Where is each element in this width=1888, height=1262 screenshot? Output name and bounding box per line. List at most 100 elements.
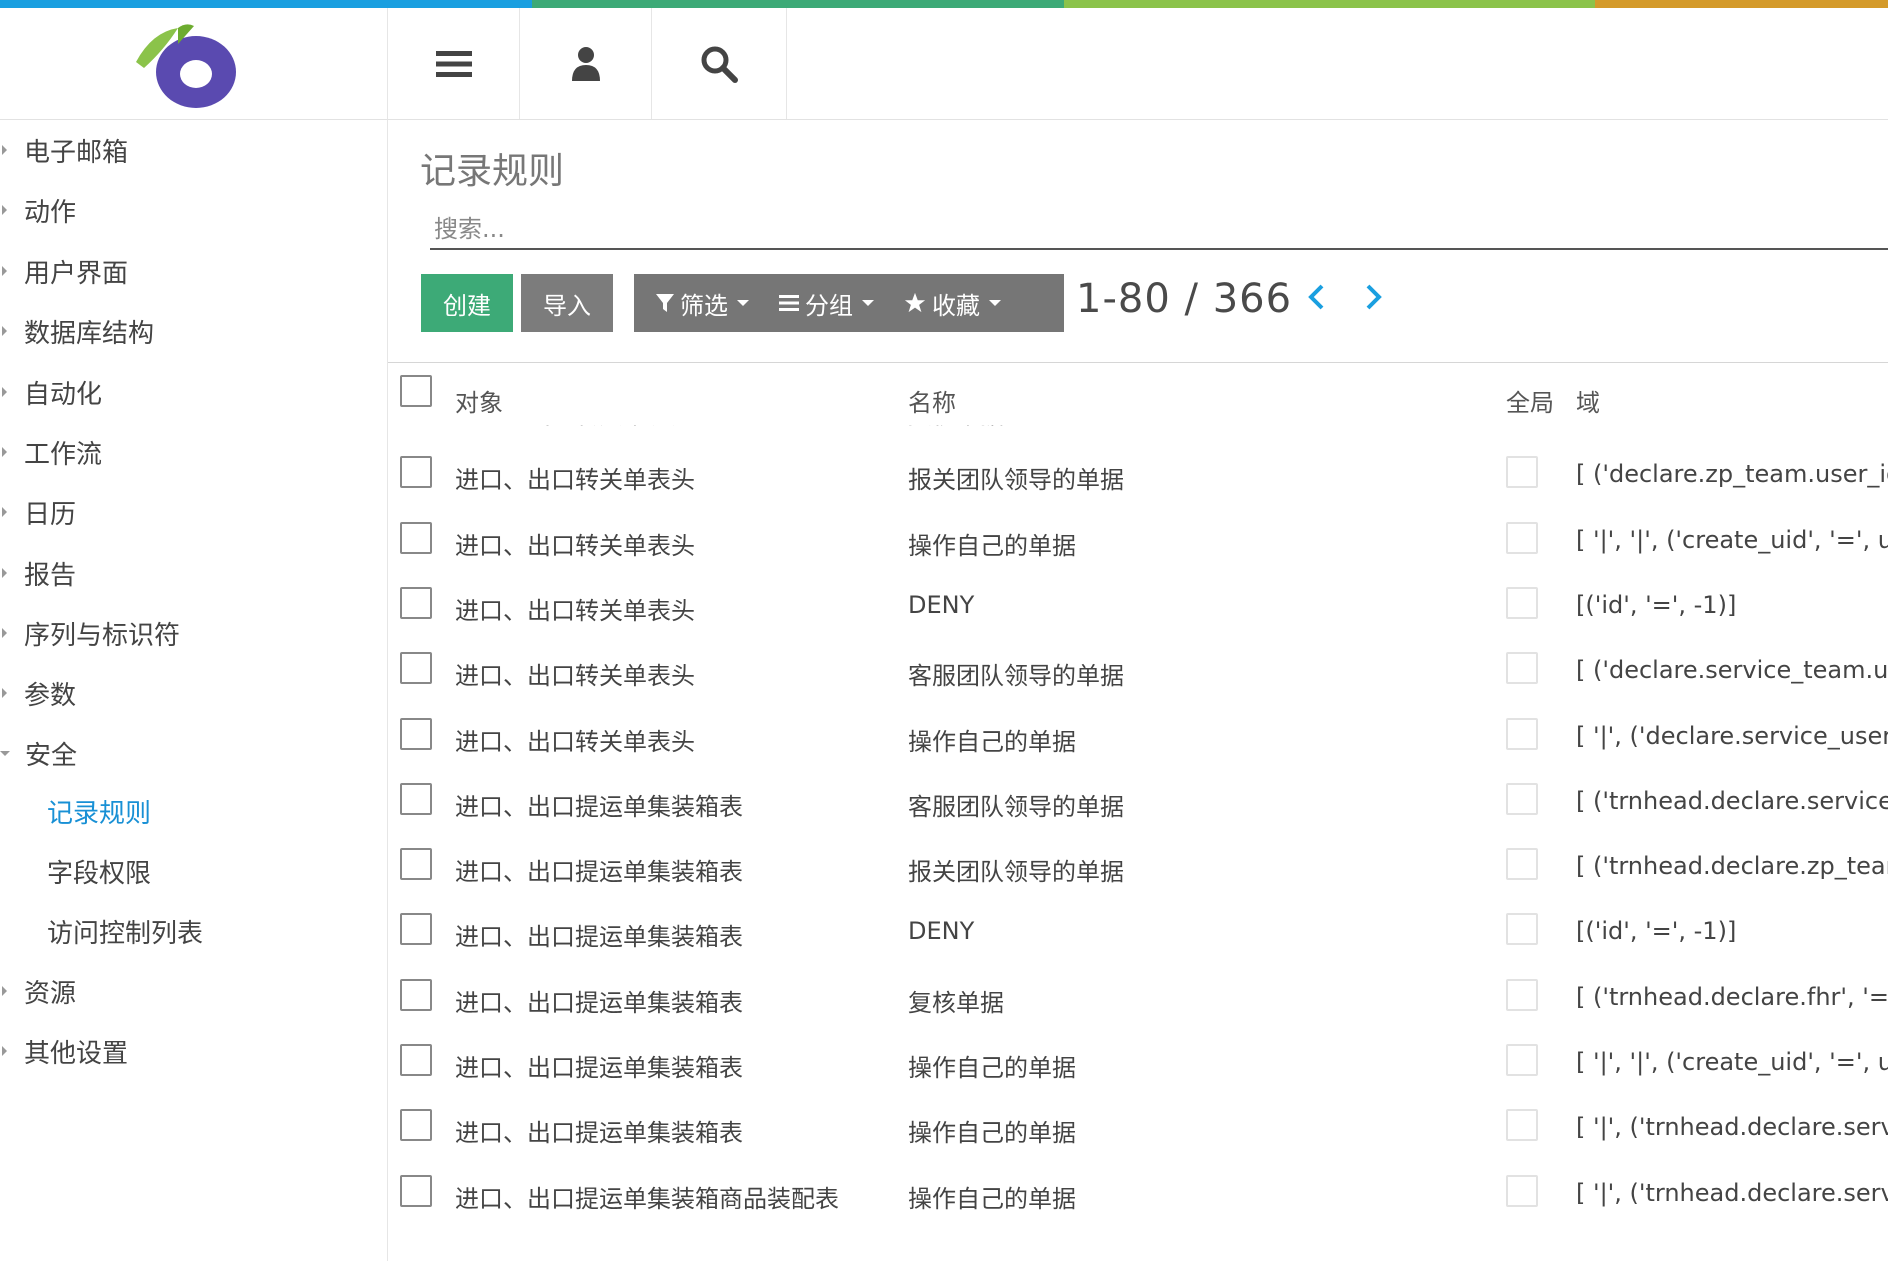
row-checkbox[interactable] — [400, 1174, 432, 1207]
table-row[interactable]: 进口、出口提运单集装箱表 报关团队领导的单据 [ ('trnhead.declare… — [388, 832, 1888, 897]
favorite-dropdown[interactable]: 收藏 — [874, 286, 1001, 321]
chevron-right-icon — [2, 387, 7, 397]
sidebar: 电子邮箱 动作 用户界面 数据库结构 自动化 工作流 日历 报告 序列与标识符 … — [0, 120, 388, 1261]
sidebar-item-automation[interactable]: 自动化 — [0, 362, 387, 422]
global-checkbox — [1506, 456, 1538, 489]
search-icon — [701, 46, 738, 83]
favorite-label: 收藏 — [932, 291, 980, 320]
import-button[interactable]: 导入 — [521, 274, 613, 332]
pager-value[interactable]: 1-80 / 366 — [1076, 276, 1292, 322]
cell-object: 进口、出口转关单表头 — [455, 531, 695, 560]
create-button[interactable]: 创建 — [421, 274, 513, 332]
sidebar-item-workflow[interactable]: 工作流 — [0, 422, 387, 482]
row-checkbox[interactable] — [400, 521, 432, 554]
row-checkbox[interactable] — [400, 913, 432, 946]
search-options-bar: 筛选 分组 收藏 — [634, 274, 1064, 332]
column-header-domain[interactable]: 域 — [1576, 383, 1600, 418]
chevron-left-icon[interactable] — [1306, 283, 1328, 311]
filter-dropdown[interactable]: 筛选 — [634, 286, 749, 321]
column-header-global[interactable]: 全局 — [1506, 383, 1554, 418]
sidebar-item-label: 其他设置 — [24, 1038, 129, 1069]
cell-domain: [ '|', '|', ('create_uid', '=', user — [1576, 1048, 1888, 1076]
global-checkbox — [1506, 978, 1538, 1011]
sidebar-item-security[interactable]: 安全 — [0, 723, 387, 783]
sidebar-item-resources[interactable]: 资源 — [0, 961, 387, 1021]
cell-object: 进口、出口提运单集装箱表 — [455, 988, 743, 1017]
row-checkbox[interactable] — [400, 848, 432, 881]
row-checkbox[interactable] — [400, 652, 432, 685]
cell-domain: [ ('trnhead.declare.zp_team — [1576, 852, 1888, 881]
cell-object: 进口、出口提运单集装箱商品装配表 — [455, 1184, 839, 1213]
sidebar-item-parameters[interactable]: 参数 — [0, 663, 387, 723]
cell-name: 操作自己的单据 — [908, 1054, 1076, 1082]
sidebar-item-label: 参数 — [24, 680, 77, 711]
table-row[interactable]: 进口、出口转关单表头 操作自己的单据 [ '|', '|', ('create_ui… — [388, 506, 1888, 571]
cell-domain: [ '|', ('trnhead.declare.servic — [1576, 1178, 1888, 1207]
table-row[interactable]: 进口、出口提运单集装箱表 复核单据 [ ('trnhead.declare.fhr'… — [388, 963, 1888, 1028]
global-checkbox — [1506, 652, 1538, 685]
cell-object: 进口、出口提运单集装箱表 — [455, 858, 743, 887]
table-row[interactable]: 进口、出口转关单表头 客服团队领导的单据 [ ('declare.service_t… — [388, 636, 1888, 701]
sidebar-item-ui[interactable]: 用户界面 — [0, 241, 387, 301]
row-checkbox[interactable] — [400, 717, 432, 750]
row-checkbox[interactable] — [400, 1044, 432, 1076]
sidebar-item-reports[interactable]: 报告 — [0, 543, 387, 603]
search-input[interactable] — [430, 210, 1888, 250]
table-row[interactable]: 进口、出口提运单集装箱表 DENY [('id', '=', -1)] — [388, 897, 1888, 962]
table-row[interactable]: 进口、出口提运单集装箱表 客服团队领导的单据 [ ('trnhead.declare… — [388, 767, 1888, 832]
app-logo[interactable] — [134, 22, 244, 112]
menu-icon — [435, 50, 472, 77]
page-title: 记录规则 — [420, 151, 565, 192]
search-button[interactable] — [652, 8, 787, 119]
sidebar-item-email[interactable]: 电子邮箱 — [0, 120, 387, 180]
chevron-right-icon — [2, 326, 7, 336]
user-button[interactable] — [520, 8, 652, 119]
chevron-right-icon — [2, 205, 7, 215]
row-checkbox[interactable] — [400, 456, 432, 489]
sidebar-item-actions[interactable]: 动作 — [0, 180, 387, 240]
table-row[interactable]: 进口、出口转关单表头 DENY [('id', '=', -1)] — [388, 571, 1888, 636]
sidebar-item-label: 数据库结构 — [24, 318, 155, 349]
chevron-right-icon[interactable] — [1362, 283, 1384, 311]
group-label: 分组 — [805, 291, 853, 320]
row-checkbox[interactable] — [400, 978, 432, 1011]
caret-down-icon — [989, 300, 1001, 306]
row-checkbox[interactable] — [400, 586, 432, 619]
sidebar-item-label: 报告 — [24, 560, 77, 591]
cell-object: 进口、出口转关单表头 — [455, 466, 695, 495]
sidebar-item-sequences[interactable]: 序列与标识符 — [0, 603, 387, 663]
cell-domain: [ '|', '|', ('create_uid', '=', user — [1576, 525, 1888, 554]
sidebar-subitem-record-rules[interactable]: 记录规则 — [0, 781, 434, 841]
menu-button[interactable] — [388, 8, 520, 119]
cell-name: 操作自己的单据 — [908, 1119, 1076, 1148]
table-row[interactable]: 进口、出口提运单集装箱表 操作自己的单据 [ '|', '|', ('create_… — [388, 1028, 1888, 1093]
select-all-checkbox[interactable] — [400, 375, 432, 407]
row-checkbox[interactable] — [400, 782, 432, 815]
row-checkbox[interactable] — [400, 1109, 432, 1142]
filter-icon — [656, 294, 674, 312]
sidebar-item-label: 自动化 — [24, 379, 103, 410]
cell-object: 进口、出口提运单集装箱表 — [455, 923, 743, 952]
chevron-right-icon — [2, 447, 7, 457]
sidebar-item-label: 用户界面 — [24, 258, 129, 289]
table-row[interactable]: 进口、出口提运单集装箱表 操作自己的单据 [ '|', ('trnhead.decl… — [388, 1093, 1888, 1158]
table-row[interactable]: 进口、出口转关单表头 操作自己的单据 [ '|', ('declare.servic… — [388, 702, 1888, 767]
caret-down-icon — [737, 300, 749, 306]
table-row[interactable]: 进口、出口提运单集装箱商品装配表 操作自己的单据 [ '|', ('trnhead.… — [388, 1159, 1888, 1224]
group-dropdown[interactable]: 分组 — [749, 286, 874, 321]
sidebar-item-label: 资源 — [24, 978, 77, 1009]
table-row[interactable]: 进口、出口转关单表头 报关团队领导的单据 [ ('declare.zp_team.u… — [388, 440, 1888, 505]
sidebar-item-calendar[interactable]: 日历 — [0, 482, 387, 542]
cell-domain: [ ('declare.zp_team.user_id — [1576, 460, 1888, 489]
cell-object: 进口、出口提运单集装箱表 — [455, 792, 743, 821]
sidebar-subitem-field-access[interactable]: 字段权限 — [0, 841, 434, 901]
column-header-object[interactable]: 对象 — [455, 383, 503, 418]
sidebar-subitem-acl[interactable]: 访问控制列表 — [0, 901, 434, 961]
cell-domain: [ ('trnhead.declare.service_ — [1576, 786, 1888, 815]
cell-name: 客服团队领导的单据 — [908, 792, 1124, 821]
cell-object: 进口、出口提运单集装箱表 — [455, 1119, 743, 1148]
sidebar-item-db-structure[interactable]: 数据库结构 — [0, 301, 387, 361]
sidebar-item-other-settings[interactable]: 其他设置 — [0, 1021, 387, 1081]
column-header-name[interactable]: 名称 — [908, 383, 956, 418]
top-color-bar — [0, 0, 1888, 8]
